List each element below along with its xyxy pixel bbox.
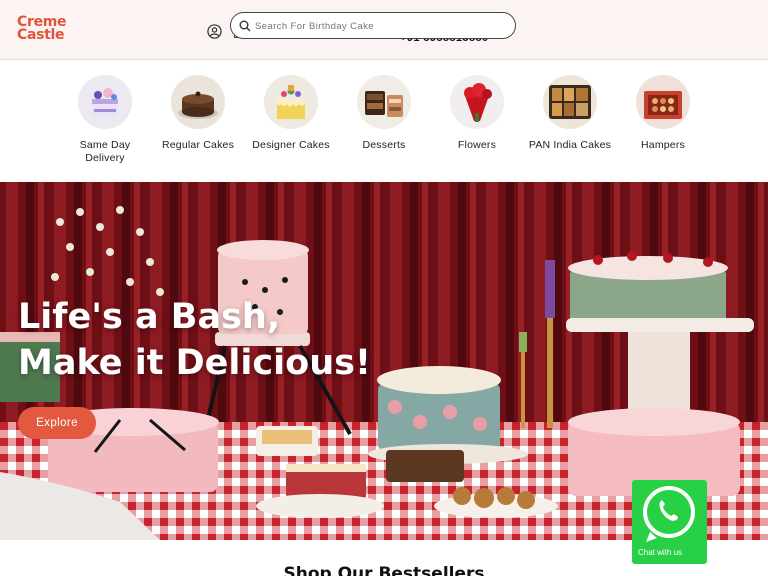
category-same-day-delivery[interactable]: Same Day Delivery [63,75,147,165]
search-input[interactable] [255,17,505,35]
search-icon[interactable] [239,20,251,32]
category-strip: Same Day Delivery Regular Cakes Designer… [0,61,768,182]
category-label: Desserts [362,139,406,151]
category-label: Designer Cakes [252,139,330,151]
whatsapp-chat-button[interactable]: Chat with us [632,480,707,564]
same-day-cake-icon [78,75,132,129]
category-pan-india-cakes[interactable]: PAN India Cakes [528,75,612,152]
hero-headline: Life's a Bash, Make it Delicious! [18,294,371,386]
category-label: Hampers [641,139,685,151]
user-account-icon[interactable] [207,24,222,39]
category-label: Regular Cakes [161,139,235,151]
pastry-tray-icon [543,75,597,129]
category-flowers[interactable]: Flowers [435,75,519,152]
category-designer-cakes[interactable]: Designer Cakes [249,75,333,152]
hero-headline-line-2: Make it Delicious! [18,343,371,383]
category-label: Flowers [457,139,497,151]
drip-cake-icon [264,75,318,129]
category-desserts[interactable]: Desserts [342,75,426,152]
dessert-box-icon [357,75,411,129]
brand-logo[interactable]: Creme Castle [17,15,67,43]
logo-line-2: Castle [17,27,65,43]
category-regular-cakes[interactable]: Regular Cakes [156,75,240,152]
hero-headline-line-1: Life's a Bash, [18,297,281,337]
site-header: Creme Castle +91 8988813880 [0,0,768,60]
bestsellers-heading: Shop Our Bestsellers [283,564,485,576]
category-label: PAN India Cakes [528,139,612,151]
category-hampers[interactable]: Hampers [621,75,705,152]
explore-button[interactable]: Explore [18,407,96,439]
whatsapp-icon [643,486,695,542]
gift-hamper-icon [636,75,690,129]
whatsapp-label: Chat with us [638,548,683,557]
chocolate-cake-icon [171,75,225,129]
search-bar[interactable] [230,12,516,39]
rose-bouquet-icon [450,75,504,129]
category-label: Same Day Delivery [79,139,131,164]
page: Creme Castle +91 8988813880 [0,0,768,576]
